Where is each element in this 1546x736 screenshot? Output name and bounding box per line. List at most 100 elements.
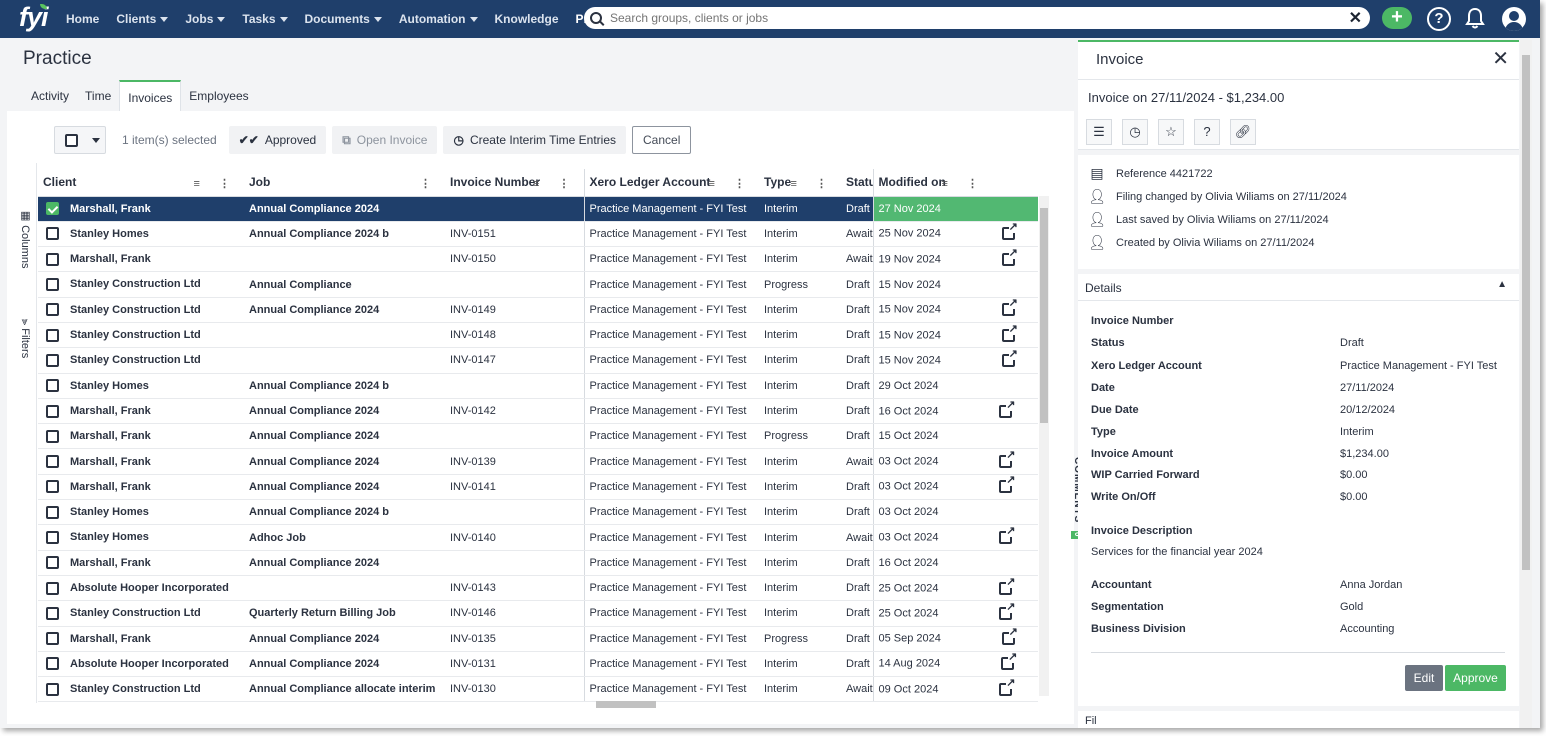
row-checkbox[interactable] (46, 252, 59, 266)
checklist-icon[interactable]: ☰ (1086, 118, 1112, 145)
nav-item-tasks[interactable]: Tasks (242, 12, 288, 26)
table-row[interactable]: Stanley Homes Adhoc Job INV-0140 Practice M… (38, 524, 1038, 551)
clock-icon[interactable]: ◷ (1122, 118, 1148, 145)
row-checkbox[interactable] (46, 505, 59, 519)
table-row[interactable]: Absolute Hooper Incorporated Annual Compl… (38, 651, 1038, 678)
row-checkbox[interactable] (46, 632, 59, 646)
column-menu-icon[interactable]: ≡ ⋮ (791, 177, 835, 190)
row-checkbox[interactable] (46, 531, 59, 544)
table-row[interactable]: Marshall, Frank INV-0150 Practice Manageme… (38, 246, 1038, 273)
columns-tab[interactable]: ▦ Columns (19, 209, 32, 268)
link-icon[interactable]: 🔗︎ (1230, 118, 1256, 145)
external-link-icon[interactable] (1001, 323, 1018, 342)
column-header-xero-ledger-account[interactable]: Xero Ledger Account ≡ ⋮ (583, 169, 759, 197)
row-checkbox[interactable] (46, 682, 59, 696)
column-header-status[interactable]: Status (841, 169, 873, 197)
column-header-client[interactable]: Client ≡ ⋮ (38, 169, 244, 197)
column-menu-icon[interactable]: ⋮ (420, 177, 439, 190)
fyi-logo[interactable]: fyi (0, 0, 56, 38)
clear-search-icon[interactable]: ✕ (1349, 8, 1362, 28)
external-link-icon[interactable] (999, 576, 1016, 595)
table-row[interactable]: Stanley Homes Annual Compliance 2024 b Pra… (38, 499, 1038, 526)
tab-invoices[interactable]: Invoices (119, 80, 182, 111)
edit-button[interactable]: Edit (1405, 665, 1443, 691)
column-menu-icon[interactable]: ≡ ⋮ (194, 177, 238, 190)
external-link-icon[interactable] (1001, 348, 1018, 367)
user-icon[interactable] (1502, 7, 1526, 31)
column-menu-icon[interactable]: ≡ ⋮ (942, 177, 986, 190)
nav-item-documents[interactable]: Documents (305, 12, 382, 26)
close-icon[interactable]: ✕ (1492, 46, 1509, 71)
table-row[interactable]: Stanley Construction Ltd Annual Complianc… (38, 271, 1038, 298)
next-section-header[interactable]: Fil (1078, 711, 1519, 728)
row-checkbox[interactable] (46, 556, 59, 570)
row-checkbox[interactable] (46, 657, 59, 671)
column-menu-icon[interactable]: ≡ ⋮ (709, 177, 753, 190)
column-header-invoice-number[interactable]: Invoice Number ≡ ⋮ (445, 169, 584, 197)
nav-item-automation[interactable]: Automation (399, 12, 478, 26)
external-link-icon[interactable] (999, 450, 1016, 469)
tab-time[interactable]: Time (77, 80, 119, 111)
details-header[interactable]: Details ▲ (1078, 274, 1519, 301)
help-icon[interactable]: ? (1427, 7, 1451, 31)
approved-button[interactable]: ✔✔ Approved (228, 126, 327, 154)
row-checkbox[interactable] (46, 303, 59, 317)
table-row[interactable]: Stanley Construction Ltd INV-0147 Practice… (38, 347, 1038, 374)
row-checkbox[interactable] (46, 202, 59, 216)
row-checkbox[interactable] (46, 480, 59, 494)
column-menu-icon[interactable]: ≡ ⋮ (533, 177, 577, 190)
bulk-select-dropdown[interactable] (54, 126, 106, 154)
external-link-icon[interactable] (1001, 298, 1018, 317)
table-row[interactable]: Marshall, Frank Annual Compliance 2024 Pra… (38, 196, 1038, 222)
row-checkbox[interactable] (46, 328, 59, 342)
nav-item-home[interactable]: Home (66, 12, 99, 26)
tab-employees[interactable]: Employees (181, 80, 256, 111)
row-checkbox[interactable] (46, 278, 59, 292)
chevron-up-icon[interactable]: ▲ (1497, 279, 1507, 290)
filters-tab[interactable]: ⫸ Filters (19, 319, 31, 358)
table-row[interactable]: Stanley Construction Ltd Annual Complianc… (38, 297, 1038, 323)
nav-item-knowledge[interactable]: Knowledge (495, 12, 559, 26)
external-link-icon[interactable] (1001, 627, 1018, 646)
table-row[interactable]: Stanley Construction Ltd INV-0148 Practice… (38, 322, 1038, 349)
bell-icon[interactable] (1464, 7, 1486, 29)
column-header-modified-on[interactable]: Modified on ≡ ⋮ (872, 169, 1038, 197)
row-checkbox[interactable] (46, 379, 59, 393)
table-row[interactable]: Marshall, Frank Annual Compliance 2024 INV… (38, 398, 1038, 425)
column-header-job[interactable]: Job ⋮ (244, 169, 445, 197)
table-row[interactable]: Stanley Homes Annual Compliance 2024 b INV… (38, 221, 1038, 248)
external-link-icon[interactable] (1001, 222, 1018, 241)
external-link-icon[interactable] (999, 526, 1016, 544)
table-row[interactable]: Stanley Construction Ltd Quarterly Return… (38, 600, 1038, 627)
table-row[interactable]: Marshall, Frank Annual Compliance 2024 INV… (38, 448, 1038, 475)
table-row[interactable]: Marshall, Frank Annual Compliance 2024 Pra… (38, 550, 1038, 576)
open-invoice-button[interactable]: ⧉ Open Invoice (332, 126, 438, 154)
nav-item-jobs[interactable]: Jobs (185, 12, 226, 26)
row-checkbox[interactable] (46, 353, 59, 367)
help-icon[interactable]: ? (1194, 118, 1220, 145)
external-link-icon[interactable] (1001, 247, 1018, 266)
external-link-icon[interactable] (999, 399, 1016, 418)
row-checkbox[interactable] (46, 455, 59, 469)
row-checkbox[interactable] (46, 429, 59, 443)
create-interim-time-entries-button[interactable]: ◷ Create Interim Time Entries (443, 126, 627, 154)
row-checkbox[interactable] (46, 606, 59, 620)
table-row[interactable]: Stanley Homes Annual Compliance 2024 b Pra… (38, 373, 1038, 399)
select-all-checkbox[interactable] (65, 133, 78, 147)
plus-icon[interactable]: + (1382, 7, 1412, 29)
table-row[interactable]: Absolute Hooper Incorporated INV-0143 Prac… (38, 575, 1038, 602)
table-row[interactable]: Marshall, Frank Annual Compliance 2024 INV… (38, 626, 1038, 652)
star-icon[interactable]: ☆ (1158, 118, 1184, 145)
table-row[interactable]: Marshall, Frank Annual Compliance 2024 Pra… (38, 423, 1038, 450)
table-row[interactable]: Marshall, Frank Annual Compliance 2024 INV… (38, 474, 1038, 501)
grid-vertical-scrollbar[interactable] (1039, 196, 1049, 696)
external-link-icon[interactable] (1001, 652, 1018, 671)
tab-activity[interactable]: Activity (23, 80, 77, 111)
row-checkbox[interactable] (46, 404, 59, 418)
approve-button[interactable]: Approve (1445, 665, 1506, 691)
external-link-icon[interactable] (999, 475, 1016, 494)
search-bar[interactable]: ✕ (584, 7, 1370, 29)
panel-scrollbar[interactable] (1520, 40, 1532, 728)
cancel-button[interactable]: Cancel (632, 126, 692, 154)
row-checkbox[interactable] (46, 581, 59, 595)
